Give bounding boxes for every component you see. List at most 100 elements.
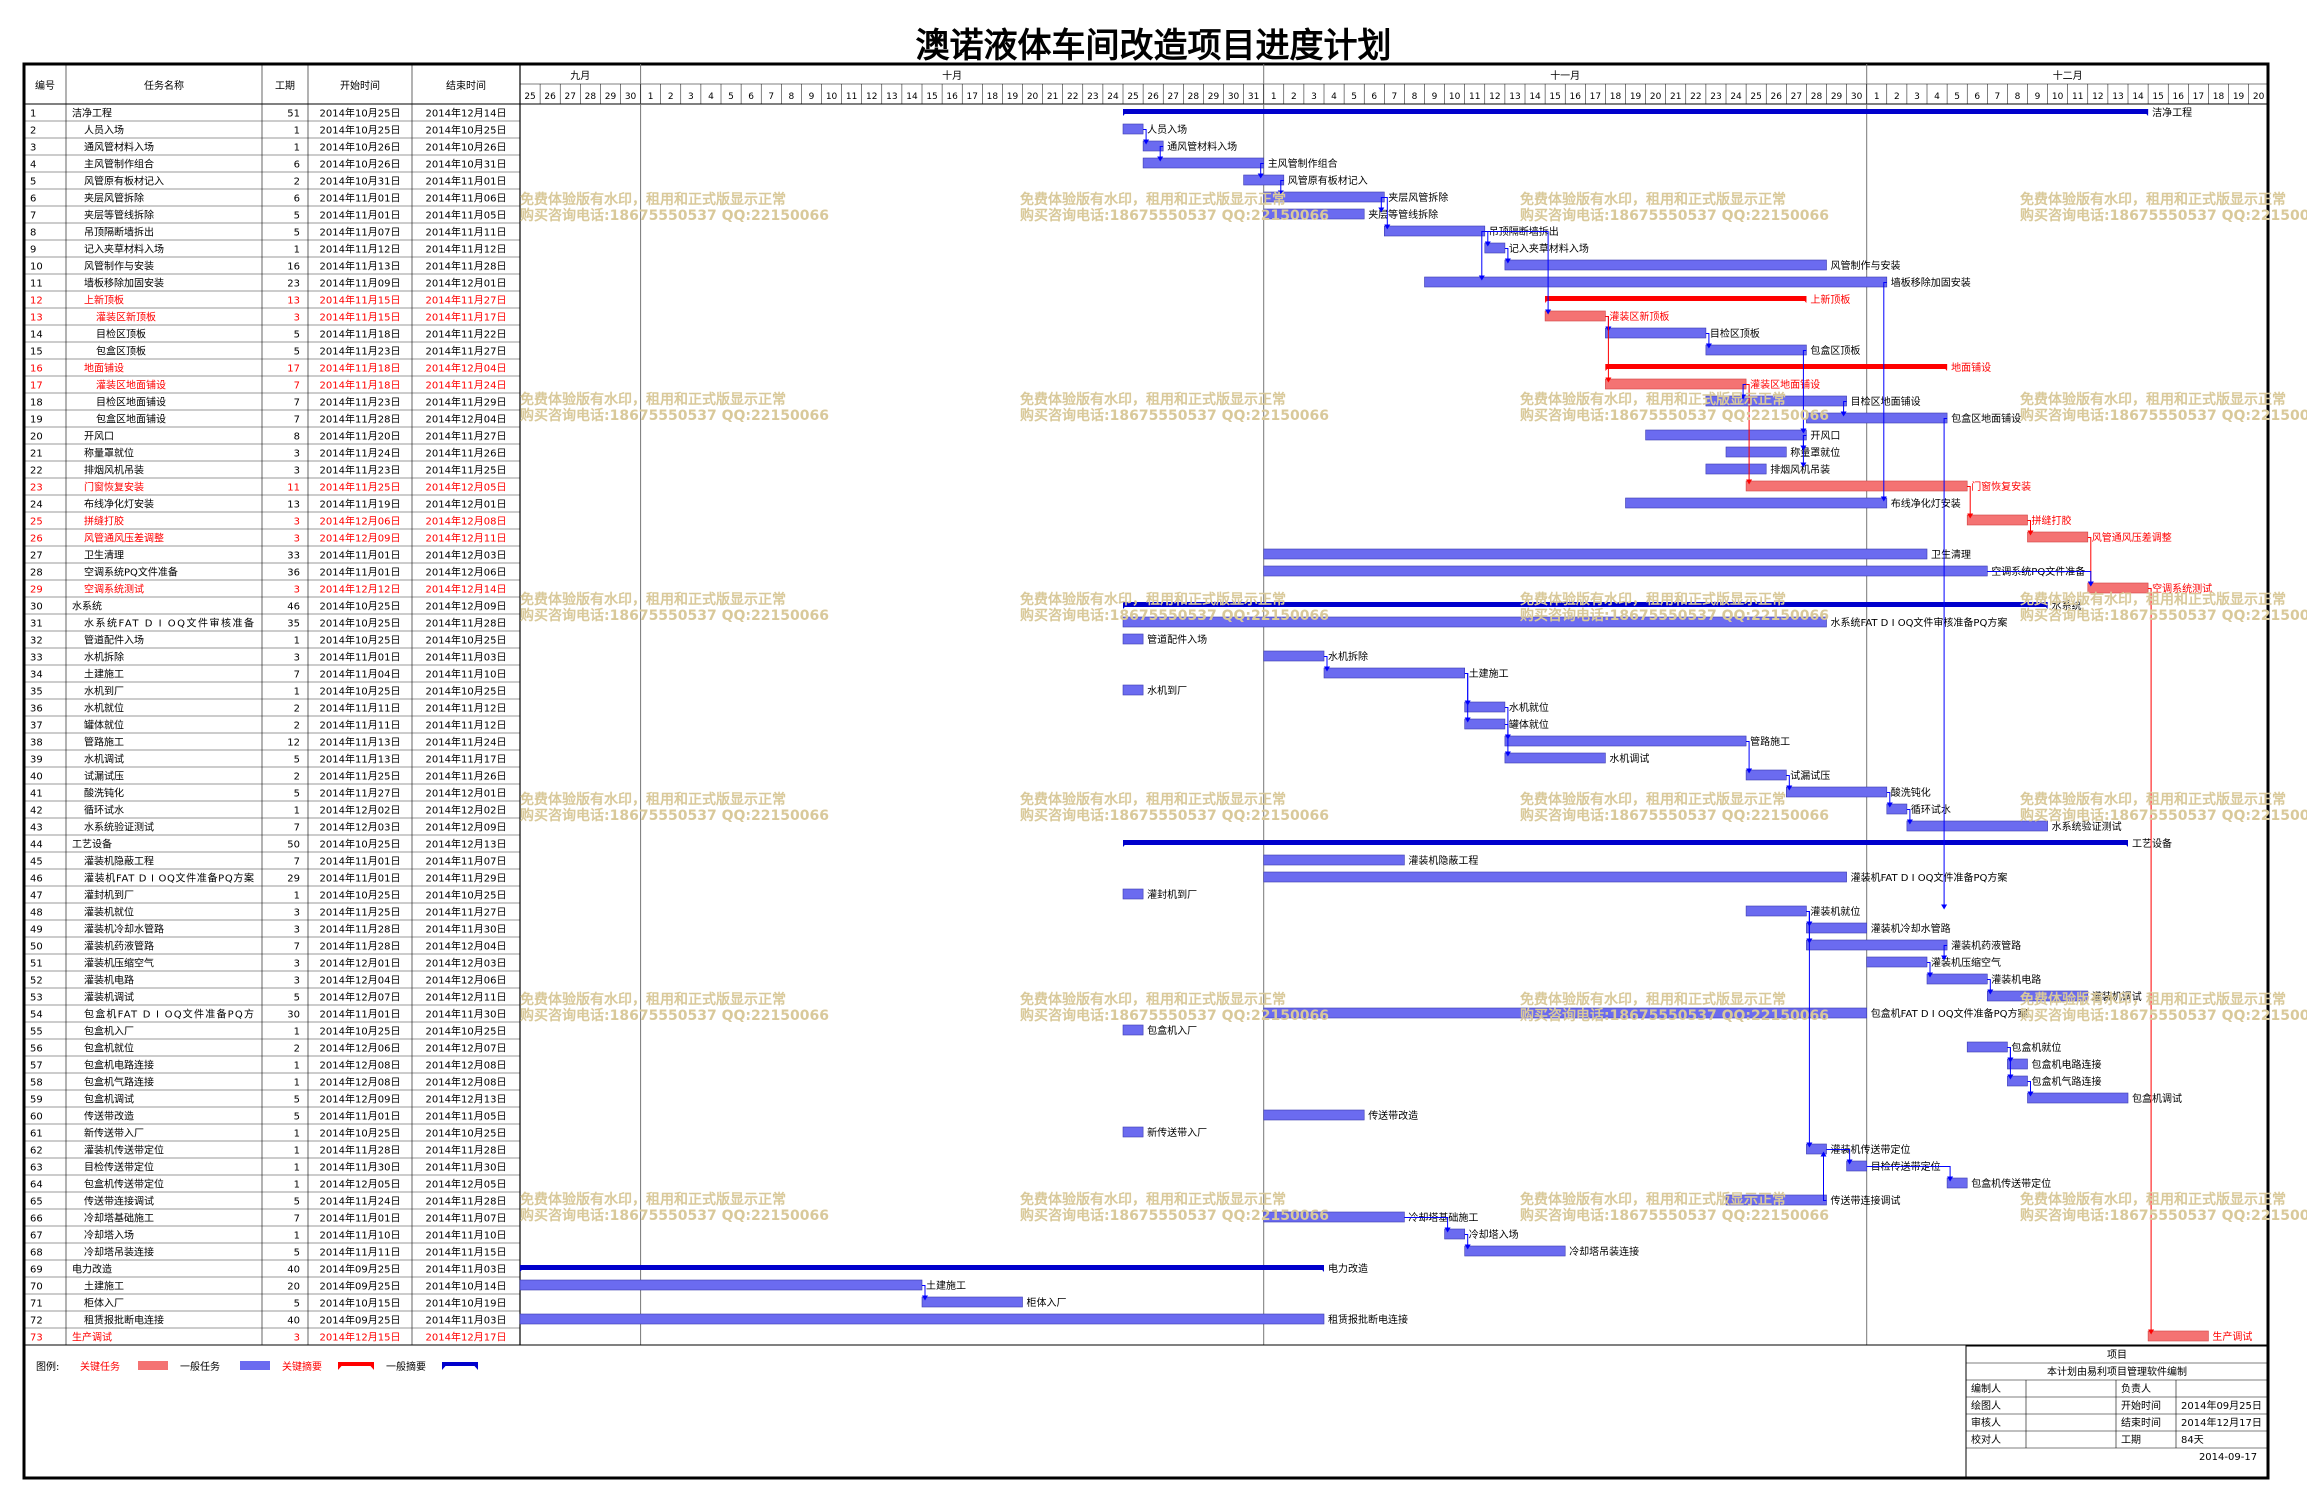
task-duration: 50 [287,840,300,851]
watermark-text: 免费体验版有水印，租用和正式版显示正常 [1520,991,1786,1008]
bar-label: 包盒机入厂 [1147,1024,1197,1037]
day-tick-label: 1 [648,92,654,102]
bar-label: 试漏试压 [1790,769,1830,782]
task-bar [1504,752,1606,764]
task-end: 2014年12月08日 [426,515,507,528]
task-name: 新传送带入厂 [84,1127,144,1140]
task-name: 灌装机就位 [84,906,134,919]
task-duration: 1 [294,1180,300,1191]
task-bar [1122,123,1144,135]
task-name: 灌装区地面铺设 [96,379,166,392]
task-duration: 51 [287,109,300,120]
summary-bar [1545,296,1807,301]
task-bar [1384,225,1486,237]
day-tick-label: 23 [1710,92,1721,102]
task-end: 2014年11月27日 [426,430,507,443]
task-id: 67 [30,1231,43,1242]
task-start: 2014年12月07日 [320,991,401,1004]
dependency-link [1967,486,1971,515]
task-duration: 5 [294,347,300,358]
task-end: 2014年12月01日 [426,498,507,511]
task-id: 47 [30,891,43,902]
task-duration: 46 [287,602,300,613]
info-cell: 结束时间 [2121,1416,2161,1429]
task-duration: 13 [287,500,300,511]
task-duration: 3 [294,449,300,460]
task-duration: 7 [294,857,300,868]
day-tick-label: 25 [1750,92,1761,102]
task-id: 48 [30,908,43,919]
task-name: 循环试水 [84,804,124,817]
legend-swatch [240,1361,270,1370]
task-id: 28 [30,568,43,579]
task-duration: 5 [294,211,300,222]
task-id: 10 [30,262,43,273]
watermark-text: 免费体验版有水印，租用和正式版显示正常 [1020,391,1286,408]
task-name: 夹层等管线拆除 [84,209,154,222]
task-name: 水机拆除 [84,651,124,664]
task-bar [1263,565,1988,577]
summary-bar [1123,840,2128,845]
day-tick-label: 8 [788,92,794,102]
bar-label: 传送带连接调试 [1831,1194,1901,1207]
task-bar [1464,701,1506,713]
task-bar [1122,1024,1144,1036]
task-bar [1745,905,1807,917]
task-end: 2014年11月29日 [426,872,507,885]
task-name: 布线净化灯安装 [84,498,154,511]
task-end: 2014年11月24日 [426,736,507,749]
task-name: 试漏试压 [84,770,124,783]
task-name: 包盒机气路连接 [84,1076,154,1089]
legend-text: 关键任务 [80,1360,120,1373]
task-id: 5 [30,177,36,188]
task-end: 2014年11月30日 [426,1008,507,1021]
task-start: 2014年12月02日 [320,804,401,817]
task-id: 53 [30,993,43,1004]
task-name: 开风口 [84,431,114,443]
day-tick-label: 16 [1570,92,1582,102]
day-tick-label: 12 [866,92,877,102]
task-start: 2014年11月25日 [320,481,401,494]
task-duration: 11 [287,483,300,494]
dependency-link [1906,809,1911,821]
task-end: 2014年12月03日 [426,957,507,970]
task-name: 卫生清理 [84,549,124,562]
task-end: 2014年11月27日 [426,345,507,358]
task-name: 水机就位 [84,702,124,715]
task-name: 传送带连接调试 [84,1195,154,1208]
day-tick-label: 24 [1107,92,1119,102]
task-name: 灌装机传送带定位 [84,1144,164,1157]
task-duration: 3 [294,925,300,936]
task-id: 70 [30,1282,43,1293]
dependency-arrow [1941,904,1948,910]
task-start: 2014年12月09日 [320,1093,401,1106]
day-tick-label: 30 [1228,92,1240,102]
task-id: 63 [30,1163,43,1174]
task-duration: 5 [294,1197,300,1208]
bar-label: 墙板移除加固安装 [1891,276,1971,289]
task-end: 2014年10月25日 [426,1025,507,1038]
task-id: 2 [30,126,36,137]
bar-label: 灌装机冷却水管路 [1871,922,1951,935]
bar-label: 租赁报批断电连接 [1328,1313,1408,1326]
watermark-text: 购买咨询电话:18675550537 QQ:22150066 [2020,607,2307,624]
task-id: 40 [30,772,43,783]
task-duration: 16 [287,262,300,273]
day-tick-label: 22 [1690,92,1701,102]
task-duration: 3 [294,313,300,324]
task-duration: 1 [294,806,300,817]
bar-label: 循环试水 [1911,803,1951,816]
bar-label: 水机拆除 [1328,650,1368,663]
task-end: 2014年12月06日 [426,974,507,987]
task-duration: 3 [294,976,300,987]
task-start: 2014年10月25日 [320,1025,401,1038]
bar-label: 包盒机气路连接 [2032,1075,2102,1088]
task-end: 2014年12月03日 [426,549,507,562]
column-header: 结束时间 [446,79,486,92]
task-name: 生产调试 [72,1331,112,1344]
task-name: 水系统FAT D I OQ文件审核准备 [84,617,254,630]
task-duration: 1 [294,891,300,902]
bar-label: 包盒机FAT D I OQ文件准备PQ方案 [1871,1007,2028,1020]
task-start: 2014年11月13日 [320,736,401,749]
task-id: 42 [30,806,43,817]
